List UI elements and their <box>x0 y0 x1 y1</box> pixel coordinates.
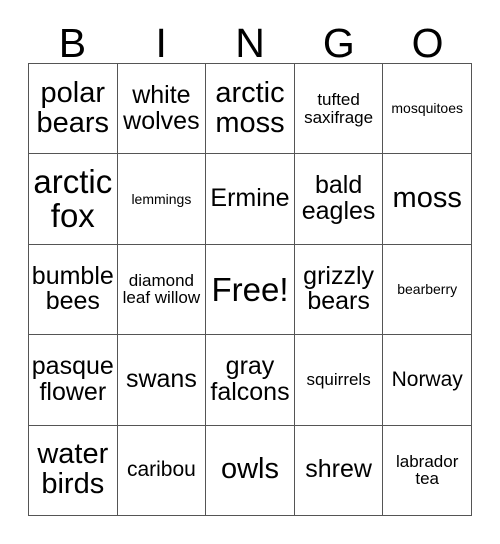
bingo-cell-label: tufted saxifrage <box>304 90 374 127</box>
bingo-cell[interactable]: polar bears <box>29 64 118 155</box>
bingo-cell[interactable]: shrew <box>294 425 384 516</box>
bingo-cell-label: caribou <box>126 458 196 482</box>
bingo-cell[interactable]: gray falcons <box>206 335 295 426</box>
bingo-grid: polar bears white wolves arctic moss tufted… <box>28 63 472 516</box>
bingo-cell[interactable]: swans <box>117 335 207 426</box>
bingo-card: B I N G O polar bears white wolves arctic … <box>0 0 500 544</box>
bingo-cell-label: arctic moss <box>215 76 285 139</box>
bingo-cell-label: gray falcons <box>210 352 290 406</box>
bingo-cell-label: Norway <box>391 368 463 392</box>
bingo-cell-label: white wolves <box>123 80 200 135</box>
bingo-cell-label: mosquitoes <box>391 100 463 117</box>
bingo-cell[interactable]: water birds <box>29 425 118 516</box>
bingo-cell[interactable]: owls <box>206 425 295 516</box>
bingo-cell-label: Ermine <box>210 184 290 213</box>
bingo-cell[interactable]: Ermine <box>206 154 295 245</box>
bingo-cell[interactable]: diamond leaf willow <box>117 244 207 336</box>
bingo-cell[interactable]: moss <box>383 154 472 245</box>
bingo-cell[interactable]: labrador tea <box>383 425 472 516</box>
bingo-cell-label: bumble bees <box>31 261 114 316</box>
bingo-cell-label: Free! <box>211 270 289 308</box>
bingo-cell[interactable]: mosquitoes <box>383 64 472 155</box>
bingo-cell[interactable]: caribou <box>117 425 207 516</box>
bingo-cell[interactable]: bumble bees <box>29 244 118 336</box>
bingo-cell-label: labrador tea <box>396 451 459 489</box>
bingo-cell[interactable]: bearberry <box>383 244 472 336</box>
bingo-cell-label: diamond leaf willow <box>122 270 201 308</box>
bingo-cell[interactable]: grizzly bears <box>294 244 384 336</box>
bingo-cell[interactable]: arctic fox <box>29 154 118 245</box>
bingo-cell-label: arctic fox <box>33 163 113 235</box>
bingo-cell[interactable]: bald eagles <box>294 154 384 245</box>
bingo-cell-label: grizzly bears <box>303 261 375 316</box>
bingo-cell[interactable]: white wolves <box>117 64 207 155</box>
bingo-cell[interactable]: arctic moss <box>206 64 295 155</box>
bingo-cell-label: water birds <box>37 438 109 501</box>
bingo-header-row: B I N G O <box>28 18 472 64</box>
bingo-cell-label: bald eagles <box>301 171 376 226</box>
header-letter-g: G <box>322 20 355 66</box>
bingo-cell-label: polar bears <box>36 76 110 139</box>
bingo-cell[interactable]: lemmings <box>117 154 207 245</box>
bingo-cell-label: lemmings <box>131 190 192 207</box>
header-letter-i: I <box>155 20 167 66</box>
bingo-cell-label: pasque flower <box>31 352 114 406</box>
bingo-cell-label: shrew <box>305 455 372 484</box>
bingo-cell-label: bearberry <box>397 281 458 298</box>
header-letter-n: N <box>235 20 265 66</box>
bingo-cell-label: moss <box>392 182 462 215</box>
bingo-free-cell[interactable]: Free! <box>206 244 295 336</box>
bingo-cell[interactable]: tufted saxifrage <box>294 64 384 155</box>
header-letter-o: O <box>411 20 444 66</box>
bingo-cell-label: owls <box>220 453 279 486</box>
bingo-cell[interactable]: Norway <box>383 335 472 426</box>
bingo-cell[interactable]: pasque flower <box>29 335 118 426</box>
header-letter-b: B <box>58 20 87 66</box>
bingo-cell-label: swans <box>125 365 197 394</box>
bingo-cell[interactable]: squirrels <box>294 335 384 426</box>
bingo-cell-label: squirrels <box>306 370 371 390</box>
